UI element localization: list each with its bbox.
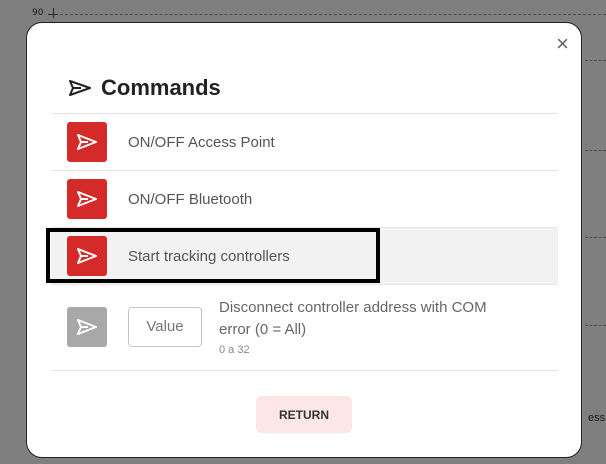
- divider: [51, 370, 558, 371]
- return-button[interactable]: RETURN: [256, 396, 352, 433]
- command-row-access-point: ON/OFF Access Point: [51, 113, 558, 170]
- send-icon: [77, 191, 97, 207]
- send-icon: [69, 80, 91, 96]
- run-access-point-button[interactable]: [67, 122, 107, 162]
- send-icon: [77, 134, 97, 150]
- command-description-text: Disconnect controller address with COM e…: [219, 299, 487, 338]
- command-description: Disconnect controller address with COM e…: [219, 297, 519, 356]
- selection-highlight: [46, 228, 380, 283]
- run-disconnect-button[interactable]: [67, 306, 107, 347]
- commands-dialog: × Commands ON/OFF Access Point ON/OFF Bl…: [26, 22, 582, 458]
- command-label: ON/OFF Access Point: [128, 133, 275, 151]
- dialog-title: Commands: [101, 75, 221, 100]
- command-label: ON/OFF Bluetooth: [128, 190, 253, 208]
- close-button[interactable]: ×: [556, 33, 569, 55]
- value-range-hint: 0 a 32: [219, 344, 250, 356]
- run-bluetooth-button[interactable]: [67, 179, 107, 219]
- dialog-header: Commands: [69, 75, 221, 101]
- command-row-bluetooth: ON/OFF Bluetooth: [51, 170, 558, 227]
- send-icon: [77, 318, 97, 335]
- value-input[interactable]: Value: [128, 306, 202, 347]
- command-row-disconnect-controller: Value Disconnect controller address with…: [51, 284, 558, 368]
